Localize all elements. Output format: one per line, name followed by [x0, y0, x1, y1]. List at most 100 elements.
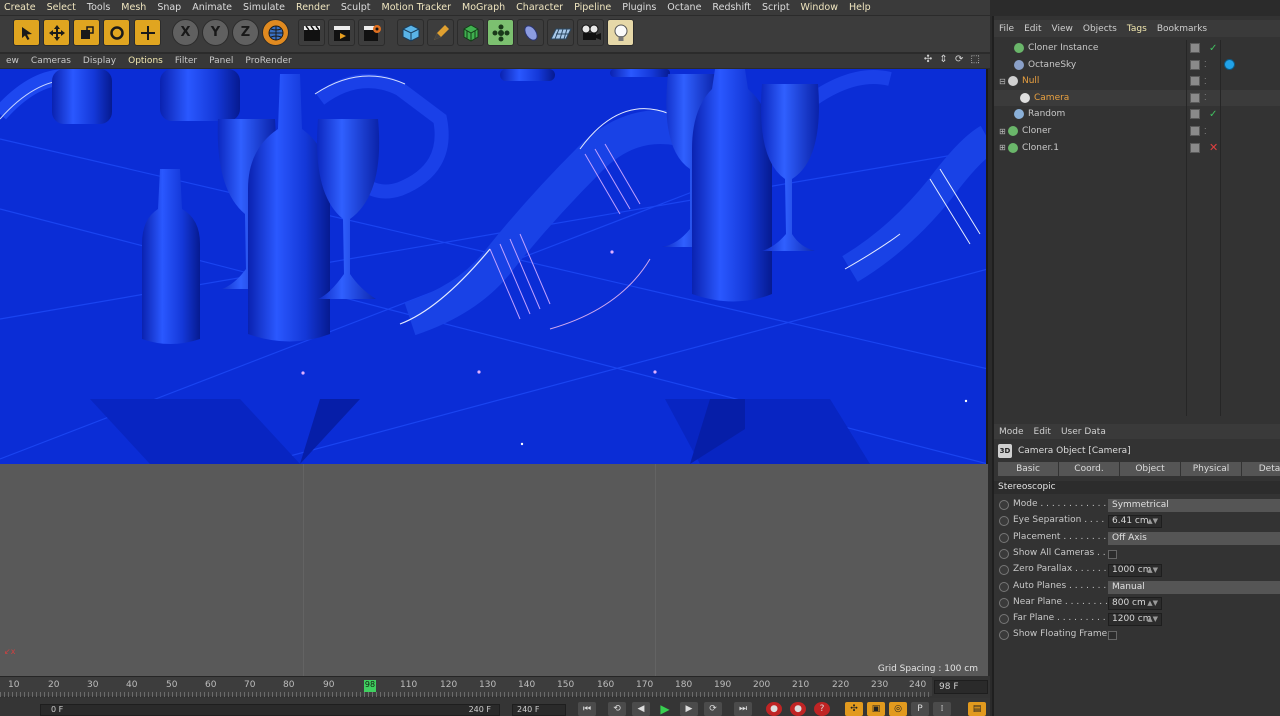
viewport-menu-panel[interactable]: Panel: [203, 56, 239, 66]
viewport-menu-options[interactable]: Options: [122, 56, 169, 66]
menu-tools[interactable]: Tools: [83, 2, 117, 13]
preview-range-slider[interactable]: 0 F 240 F: [40, 704, 500, 716]
om-menu-edit[interactable]: Edit: [1019, 24, 1046, 34]
keyframe-selection-button[interactable]: ?: [814, 702, 830, 716]
floor-button[interactable]: [547, 19, 574, 46]
menu-plugins[interactable]: Plugins: [618, 2, 663, 13]
param-value-field[interactable]: 1000 cm ▲▼: [1108, 564, 1162, 578]
menu-help[interactable]: Help: [845, 2, 878, 13]
timeline-ruler[interactable]: 10 20 30 40 50 60 70 80 90 98 110 120 130 140 150 160 17…: [0, 676, 932, 697]
visibility-dots-icon[interactable]: ⁚: [1204, 127, 1207, 136]
object-name[interactable]: Random: [1028, 109, 1065, 119]
attr-menu-edit[interactable]: Edit: [1029, 427, 1056, 437]
object-row-octanesky[interactable]: OctaneSky ⁚: [994, 57, 1280, 73]
render-picture-viewer-button[interactable]: [328, 19, 355, 46]
object-name[interactable]: Cloner.1: [1022, 143, 1059, 153]
om-menu-tags[interactable]: Tags: [1122, 24, 1152, 34]
deformer-button[interactable]: [517, 19, 544, 46]
play-button[interactable]: ▶: [656, 702, 674, 716]
object-manager-list[interactable]: Cloner Instance ✓ OctaneSky ⁚ ⊟ Null ⁚ Camera ⁚ R…: [994, 40, 1280, 416]
object-row-cloner-1[interactable]: ⊞ Cloner.1 ✕: [994, 140, 1280, 156]
om-menu-view[interactable]: View: [1047, 24, 1078, 34]
next-frame-button[interactable]: ▶: [680, 702, 698, 716]
auto-key-button[interactable]: ●: [790, 702, 806, 716]
layer-toggle-icon[interactable]: [1190, 43, 1200, 53]
move-tool-button[interactable]: [43, 19, 70, 46]
layer-toggle-icon[interactable]: [1190, 126, 1200, 136]
key-position-button[interactable]: ✣: [845, 702, 863, 716]
menu-sculpt[interactable]: Sculpt: [337, 2, 378, 13]
next-key-button[interactable]: ⟳: [704, 702, 722, 716]
menu-mesh[interactable]: Mesh: [117, 2, 153, 13]
camera-button[interactable]: [577, 19, 604, 46]
expand-toggle-icon[interactable]: ⊞: [999, 127, 1006, 136]
pen-button[interactable]: [427, 19, 454, 46]
attr-menu-mode[interactable]: Mode: [994, 427, 1029, 437]
viewport-menu-display[interactable]: Display: [77, 56, 122, 66]
menu-create[interactable]: Create: [0, 2, 43, 13]
tab-basic[interactable]: Basic: [998, 462, 1058, 476]
menu-motion-tracker[interactable]: Motion Tracker: [378, 2, 459, 13]
object-name[interactable]: Cloner Instance: [1028, 43, 1098, 53]
cube-button[interactable]: [397, 19, 424, 46]
key-parameter-button[interactable]: P: [911, 702, 929, 716]
layer-toggle-icon[interactable]: [1190, 92, 1200, 103]
animate-param-icon[interactable]: [999, 500, 1009, 510]
object-row-camera[interactable]: Camera ⁚: [994, 89, 1280, 106]
cloner-button[interactable]: [487, 19, 514, 46]
scale-tool-button[interactable]: [73, 19, 100, 46]
octane-tag-icon[interactable]: [1224, 59, 1235, 71]
menu-mograph[interactable]: MoGraph: [458, 2, 512, 13]
param-dropdown[interactable]: Symmetrical: [1108, 499, 1280, 512]
viewport-navigation-icons[interactable]: ✣ ⇕ ⟳ ⬚: [924, 54, 982, 65]
tab-detail[interactable]: Detail: [1242, 462, 1280, 476]
animate-param-icon[interactable]: [999, 548, 1009, 559]
expand-toggle-icon[interactable]: ⊞: [999, 143, 1006, 152]
subdivision-button[interactable]: [457, 19, 484, 46]
previous-key-button[interactable]: ⟲: [608, 702, 626, 716]
animate-param-icon[interactable]: [999, 630, 1009, 641]
z-axis-button[interactable]: Z: [232, 19, 259, 46]
viewport-menu-cameras[interactable]: Cameras: [25, 56, 77, 66]
current-frame-field[interactable]: 98 F: [934, 680, 988, 694]
object-row-null[interactable]: ⊟ Null ⁚: [994, 73, 1280, 89]
object-name[interactable]: Null: [1022, 76, 1039, 86]
menu-redshift[interactable]: Redshift: [708, 2, 758, 13]
om-menu-bookmarks[interactable]: Bookmarks: [1152, 24, 1212, 34]
menu-animate[interactable]: Animate: [188, 2, 239, 13]
key-rotation-button[interactable]: ◎: [889, 702, 907, 716]
x-axis-button[interactable]: X: [172, 19, 199, 46]
om-menu-file[interactable]: File: [994, 24, 1019, 34]
go-to-end-button[interactable]: ⏭: [734, 702, 752, 716]
animate-param-icon[interactable]: [999, 597, 1009, 608]
menu-snap[interactable]: Snap: [153, 2, 188, 13]
key-pla-button[interactable]: ⁞: [933, 702, 951, 716]
key-scale-button[interactable]: ▣: [867, 702, 885, 716]
select-cursor-button[interactable]: [13, 19, 40, 46]
light-button[interactable]: [607, 19, 634, 46]
visibility-dots-icon[interactable]: ⁚: [1204, 60, 1207, 69]
tab-object[interactable]: Object: [1120, 462, 1180, 476]
spinner-arrows-icon[interactable]: ▲▼: [1147, 565, 1158, 576]
tab-physical[interactable]: Physical: [1181, 462, 1241, 476]
spinner-arrows-icon[interactable]: ▲▼: [1147, 516, 1158, 527]
record-key-button[interactable]: ●: [766, 702, 782, 716]
param-value-field[interactable]: 6.41 cm ▲▼: [1108, 515, 1162, 529]
layer-toggle-icon[interactable]: [1190, 76, 1200, 87]
om-menu-objects[interactable]: Objects: [1078, 24, 1122, 34]
object-row-cloner-instance[interactable]: Cloner Instance ✓: [994, 40, 1280, 56]
rotate-tool-button[interactable]: [103, 19, 130, 46]
perspective-viewport[interactable]: [0, 69, 988, 464]
layer-toggle-icon[interactable]: [1190, 59, 1200, 70]
expand-toggle-icon[interactable]: ⊟: [999, 77, 1006, 86]
param-checkbox[interactable]: [1108, 631, 1117, 641]
menu-script[interactable]: Script: [758, 2, 797, 13]
layer-toggle-icon[interactable]: [1190, 109, 1200, 120]
animate-param-icon[interactable]: [999, 532, 1009, 543]
menu-octane[interactable]: Octane: [663, 2, 708, 13]
animate-param-icon[interactable]: [999, 565, 1009, 576]
menu-pipeline[interactable]: Pipeline: [570, 2, 618, 13]
viewport-menu-ew[interactable]: ew: [0, 56, 25, 66]
enabled-check-icon[interactable]: ✓: [1209, 43, 1217, 54]
y-axis-button[interactable]: Y: [202, 19, 229, 46]
